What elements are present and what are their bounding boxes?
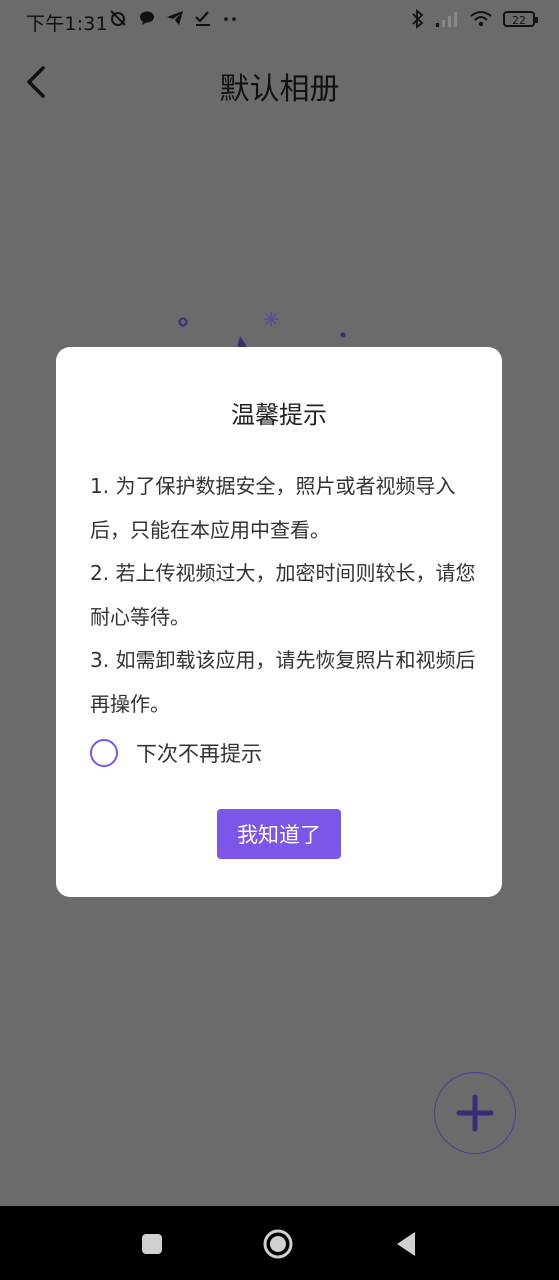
telegram-icon	[167, 11, 183, 25]
more-dots-icon	[224, 17, 236, 21]
dialog-title: 温馨提示	[231, 401, 327, 429]
recents-square-icon	[142, 1234, 162, 1254]
confirm-button[interactable]: 我知道了	[217, 809, 341, 859]
status-left-icons	[108, 8, 238, 28]
chat-bubble-icon	[140, 11, 154, 25]
check-icon	[195, 11, 210, 26]
alarm-off-icon	[110, 10, 126, 26]
tip-line-1: 1. 为了保护数据安全，照片或者视频导入后，只能在本应用中查看。	[90, 474, 456, 542]
battery-icon: 22	[503, 11, 538, 27]
tips-dialog: 温馨提示 1. 为了保护数据安全，照片或者视频导入后，只能在本应用中查看。 2.…	[56, 347, 502, 897]
battery-level: 22	[512, 14, 526, 27]
plus-icon	[456, 1094, 494, 1132]
page-title: 默认相册	[219, 72, 340, 107]
checkbox-label: 下次不再提示	[136, 742, 262, 766]
home-button[interactable]	[262, 1228, 294, 1260]
tip-line-3: 3. 如需卸载该应用，请先恢复照片和视频后再操作。	[90, 648, 476, 716]
tip-line-2: 2. 若上传视频过大，加密时间则较长，请您耐心等待。	[90, 561, 476, 629]
app-header: 默认相册	[0, 50, 559, 114]
system-nav-bar	[0, 1206, 559, 1280]
nav-back-button[interactable]	[390, 1228, 422, 1260]
dont-show-again-checkbox[interactable]: 下次不再提示	[90, 738, 262, 768]
home-circle-icon	[263, 1229, 293, 1259]
checkbox-circle-icon[interactable]	[90, 739, 118, 767]
status-right-icons: 22	[411, 9, 538, 29]
add-button[interactable]	[434, 1072, 516, 1154]
signal-icon	[436, 12, 457, 27]
back-triangle-icon	[397, 1232, 415, 1256]
recents-button[interactable]	[136, 1228, 168, 1260]
wifi-icon	[470, 11, 492, 27]
bluetooth-icon	[412, 9, 424, 29]
dialog-body: 1. 为了保护数据安全，照片或者视频导入后，只能在本应用中查看。 2. 若上传视…	[90, 465, 478, 726]
status-time: 下午1:31	[26, 13, 108, 35]
status-bar: 下午1:31 22	[0, 0, 559, 42]
